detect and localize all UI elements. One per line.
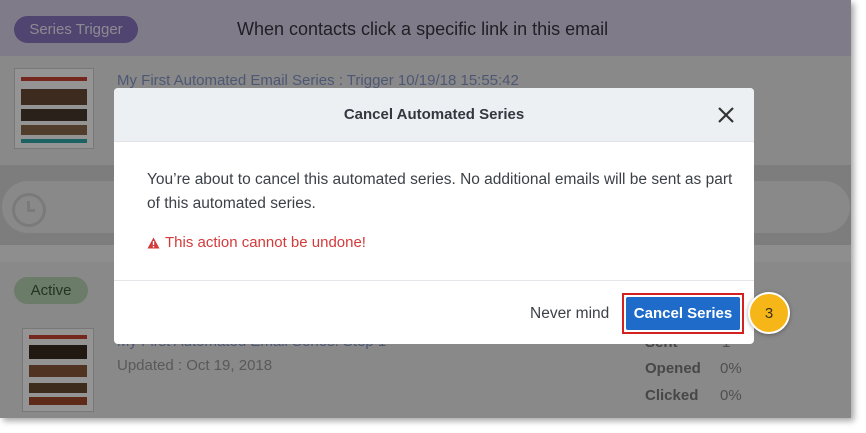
dialog-message: You’re about to cancel this automated se… xyxy=(147,171,733,212)
dialog-title: Cancel Automated Series xyxy=(343,106,525,123)
warning-triangle-icon xyxy=(147,237,160,248)
warning-text: This action cannot be undone! xyxy=(165,234,366,251)
cancel-series-button[interactable]: Cancel Series xyxy=(626,297,740,330)
cancel-series-highlight: Cancel Series xyxy=(622,293,744,334)
close-icon[interactable] xyxy=(716,105,736,125)
dialog-header: Cancel Automated Series xyxy=(114,88,754,142)
dialog-divider xyxy=(114,280,754,281)
step-number-badge: 3 xyxy=(748,292,790,334)
never-mind-button[interactable]: Never mind xyxy=(530,305,609,323)
app-window: Series Trigger When contacts click a spe… xyxy=(0,0,851,418)
warning-message: This action cannot be undone! xyxy=(147,234,366,251)
